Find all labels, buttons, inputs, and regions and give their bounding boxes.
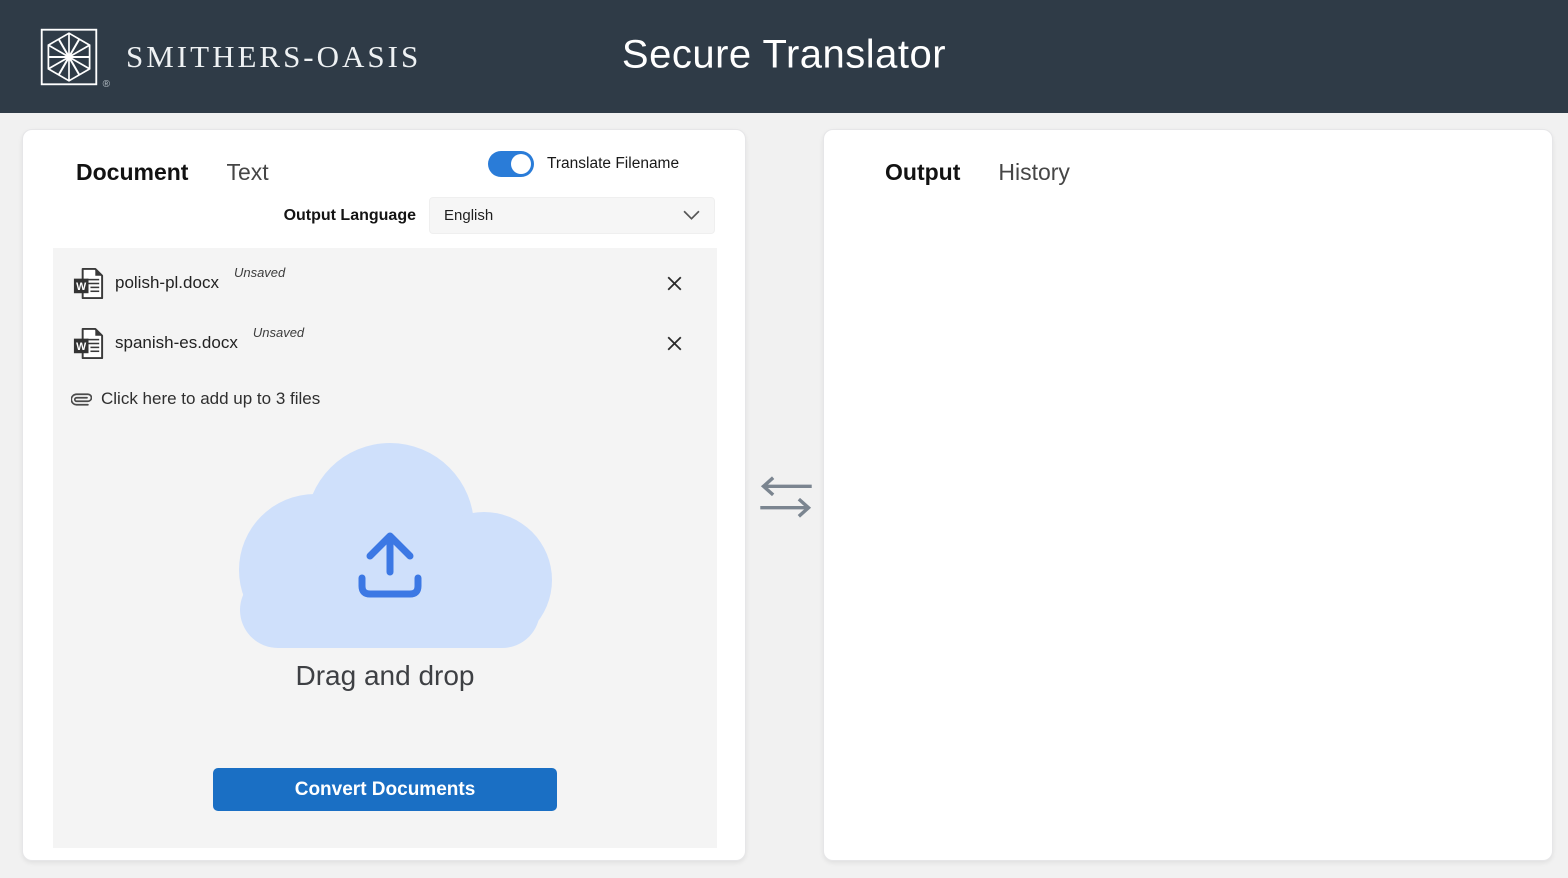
brand-logo: ® bbox=[38, 26, 100, 88]
upload-cloud-icon bbox=[212, 432, 558, 648]
dropzone-label: Drag and drop bbox=[69, 660, 701, 692]
file-name: polish-pl.docx bbox=[115, 273, 219, 293]
add-files-button[interactable]: Click here to add up to 3 files bbox=[69, 384, 701, 414]
file-row: W polish-pl.docx Unsaved bbox=[69, 258, 701, 308]
input-panel: Document Text Translate Filename Output … bbox=[22, 129, 746, 861]
remove-file-icon[interactable] bbox=[664, 273, 685, 294]
registered-mark: ® bbox=[103, 79, 110, 90]
svg-text:W: W bbox=[76, 340, 87, 352]
tab-document[interactable]: Document bbox=[76, 156, 188, 188]
output-language-value: English bbox=[444, 207, 493, 224]
file-drop-panel: W polish-pl.docx Unsaved W spanish-es.do… bbox=[53, 248, 717, 848]
tab-output[interactable]: Output bbox=[885, 156, 960, 188]
output-language-label: Output Language bbox=[284, 207, 416, 225]
translate-filename-toggle[interactable] bbox=[488, 151, 534, 177]
input-tabs: Document Text bbox=[76, 156, 269, 188]
swap-arrows-icon bbox=[756, 472, 816, 522]
brand-name: SMITHERS-OASIS bbox=[126, 39, 421, 75]
file-row: W spanish-es.docx Unsaved bbox=[69, 318, 701, 368]
svg-text:W: W bbox=[76, 280, 87, 292]
app-header: ® SMITHERS-OASIS Secure Translator bbox=[0, 0, 1568, 113]
paperclip-icon bbox=[71, 389, 92, 410]
remove-file-icon[interactable] bbox=[664, 333, 685, 354]
output-language-dropdown[interactable]: English bbox=[429, 197, 715, 234]
chevron-down-icon bbox=[683, 210, 700, 221]
translate-filename-label: Translate Filename bbox=[547, 155, 679, 173]
output-language-row: Output Language English bbox=[284, 197, 715, 234]
brand: ® SMITHERS-OASIS bbox=[38, 0, 421, 113]
tab-history[interactable]: History bbox=[998, 156, 1070, 188]
file-name: spanish-es.docx bbox=[115, 333, 238, 353]
toggle-knob-icon bbox=[511, 154, 531, 174]
convert-documents-button[interactable]: Convert Documents bbox=[213, 768, 557, 811]
tab-text[interactable]: Text bbox=[226, 156, 268, 188]
word-file-icon: W bbox=[71, 266, 106, 301]
file-status-badge: Unsaved bbox=[253, 325, 304, 340]
file-status-badge: Unsaved bbox=[234, 265, 285, 280]
dropzone[interactable]: Drag and drop bbox=[69, 432, 701, 692]
page-title: Secure Translator bbox=[622, 32, 946, 77]
add-files-label: Click here to add up to 3 files bbox=[101, 389, 320, 409]
translate-filename-control: Translate Filename bbox=[488, 151, 679, 177]
brand-logo-icon bbox=[38, 26, 100, 88]
output-tabs: Output History bbox=[885, 156, 1070, 188]
word-file-icon: W bbox=[71, 326, 106, 361]
output-panel: Output History bbox=[823, 129, 1553, 861]
